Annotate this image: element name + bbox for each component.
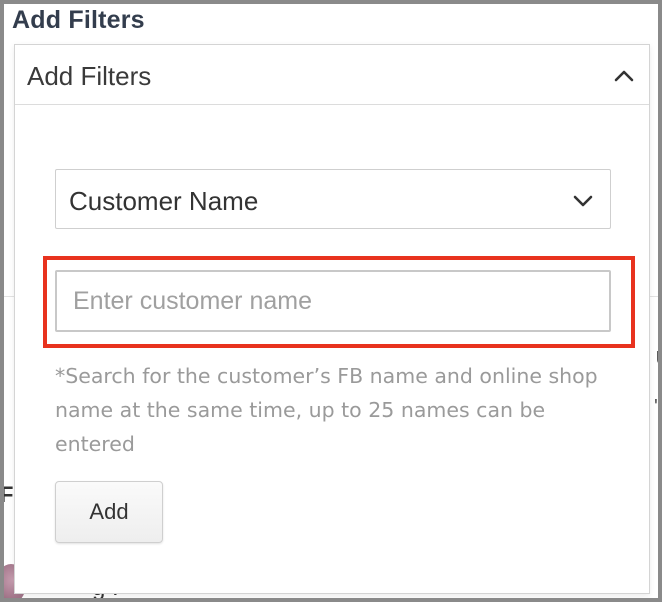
chevron-up-icon[interactable] — [613, 65, 635, 87]
background-text-fragment: U — [656, 348, 658, 371]
add-button[interactable]: Add — [55, 481, 163, 543]
page-title: Add Filters — [12, 6, 145, 34]
customer-name-input[interactable] — [55, 270, 611, 332]
filter-panel-header-label: Add Filters — [27, 61, 152, 91]
search-hint-text: *Search for the customer’s FB name and o… — [55, 364, 598, 456]
window-frame: U 't F g : Add Filters Add Filters Custo… — [0, 0, 662, 602]
background-text-fragment: F — [0, 482, 14, 507]
filter-type-selected-value: Customer Name — [69, 186, 259, 216]
filter-type-select[interactable]: Customer Name — [55, 169, 611, 229]
chevron-down-icon — [573, 195, 593, 207]
filter-panel: Add Filters Customer Name *Search for th… — [14, 44, 650, 594]
filter-panel-header[interactable]: Add Filters — [15, 45, 649, 105]
background-text-fragment: 't — [654, 396, 658, 418]
